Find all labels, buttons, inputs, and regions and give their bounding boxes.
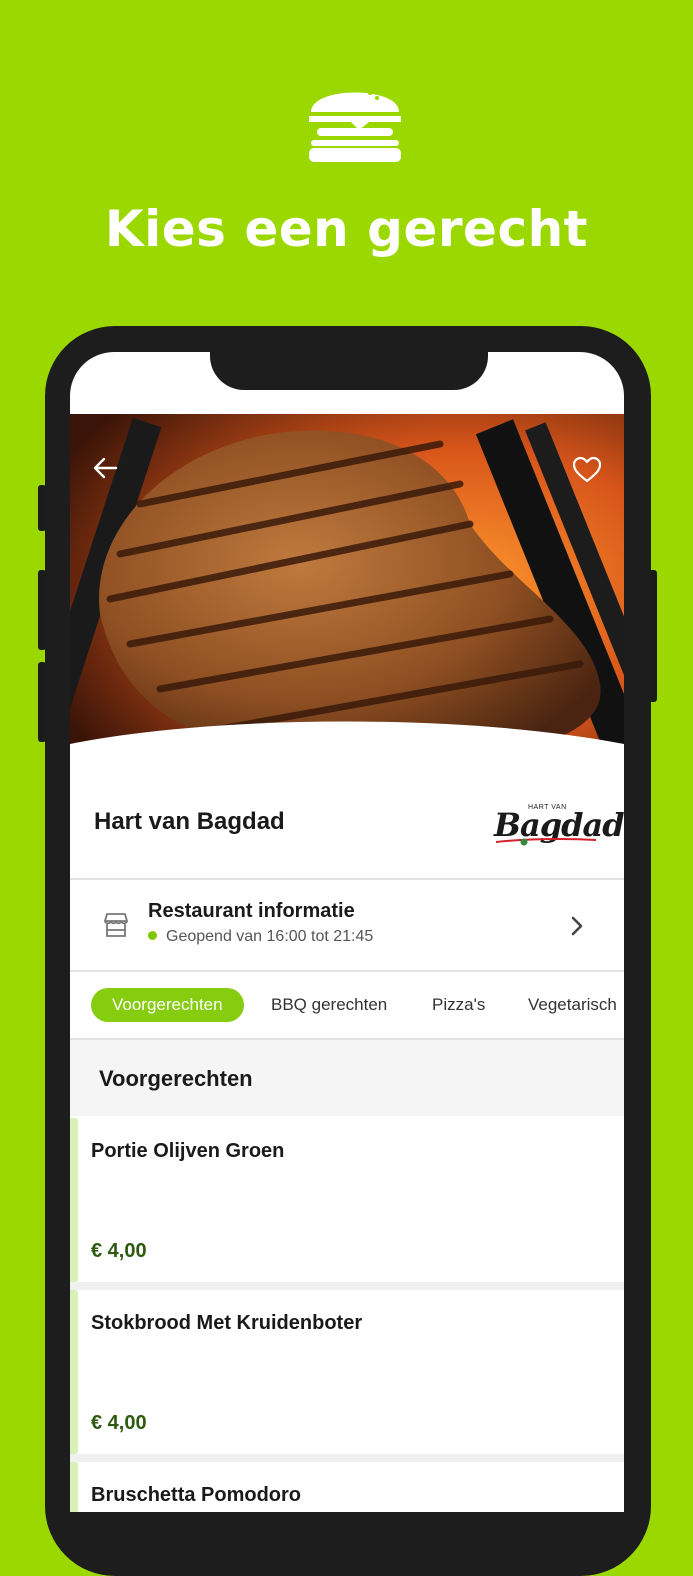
tab-voorgerechten[interactable]: Voorgerechten xyxy=(91,988,244,1022)
menu-item[interactable]: Portie Olijven Groen € 4,00 xyxy=(70,1118,624,1282)
chevron-right-icon[interactable] xyxy=(568,914,586,938)
tab-vegetarisch[interactable]: Vegetarisch xyxy=(528,988,617,1022)
restaurant-info-row[interactable]: Restaurant informatie Geopend van 16:00 … xyxy=(70,880,624,972)
restaurant-name: Hart van Bagdad xyxy=(94,808,285,835)
section-title: Voorgerechten xyxy=(99,1066,253,1091)
category-tabs: Voorgerechten BBQ gerechten Pizza's Vege… xyxy=(70,972,624,1040)
opening-hours-status: Geopend van 16:00 tot 21:45 xyxy=(148,928,373,946)
back-arrow-icon[interactable] xyxy=(92,456,118,480)
menu-item-price: € 4,00 xyxy=(91,1240,147,1262)
divider xyxy=(70,1282,624,1290)
open-status-dot xyxy=(148,931,157,940)
burger-icon xyxy=(309,91,401,162)
heart-icon[interactable] xyxy=(572,456,602,484)
tab-bbq-gerechten[interactable]: BBQ gerechten xyxy=(271,988,387,1022)
store-icon xyxy=(104,913,128,937)
app-screen: Hart van Bagdad HART VAN Bagdad Restaura… xyxy=(70,352,624,1512)
grilled-steak-image xyxy=(70,414,624,764)
menu-item[interactable]: Stokbrood Met Kruidenboter € 4,00 xyxy=(70,1290,624,1454)
menu-item[interactable]: Bruschetta Pomodoro xyxy=(70,1462,624,1512)
logo-swoosh xyxy=(495,837,597,846)
opening-hours-text: Geopend van 16:00 tot 21:45 xyxy=(166,928,374,945)
restaurant-header: Hart van Bagdad HART VAN Bagdad xyxy=(70,764,624,880)
menu-item-name: Portie Olijven Groen xyxy=(91,1140,285,1162)
menu-item-accent xyxy=(70,1290,78,1454)
hero-image xyxy=(70,414,624,764)
menu-item-accent xyxy=(70,1462,78,1512)
menu-item-accent xyxy=(70,1118,78,1282)
tab-pizzas[interactable]: Pizza's xyxy=(432,988,485,1022)
menu-item-name: Bruschetta Pomodoro xyxy=(91,1484,302,1506)
menu-section-header: Voorgerechten xyxy=(70,1040,624,1116)
promo-headline: Kies een gerecht xyxy=(104,200,589,258)
menu-item-name: Stokbrood Met Kruidenboter xyxy=(91,1312,363,1334)
restaurant-logo: HART VAN Bagdad xyxy=(490,798,624,848)
menu-item-price: € 4,00 xyxy=(91,1412,147,1434)
divider xyxy=(70,1454,624,1462)
phone-notch xyxy=(210,326,488,390)
info-title: Restaurant informatie xyxy=(148,900,355,922)
